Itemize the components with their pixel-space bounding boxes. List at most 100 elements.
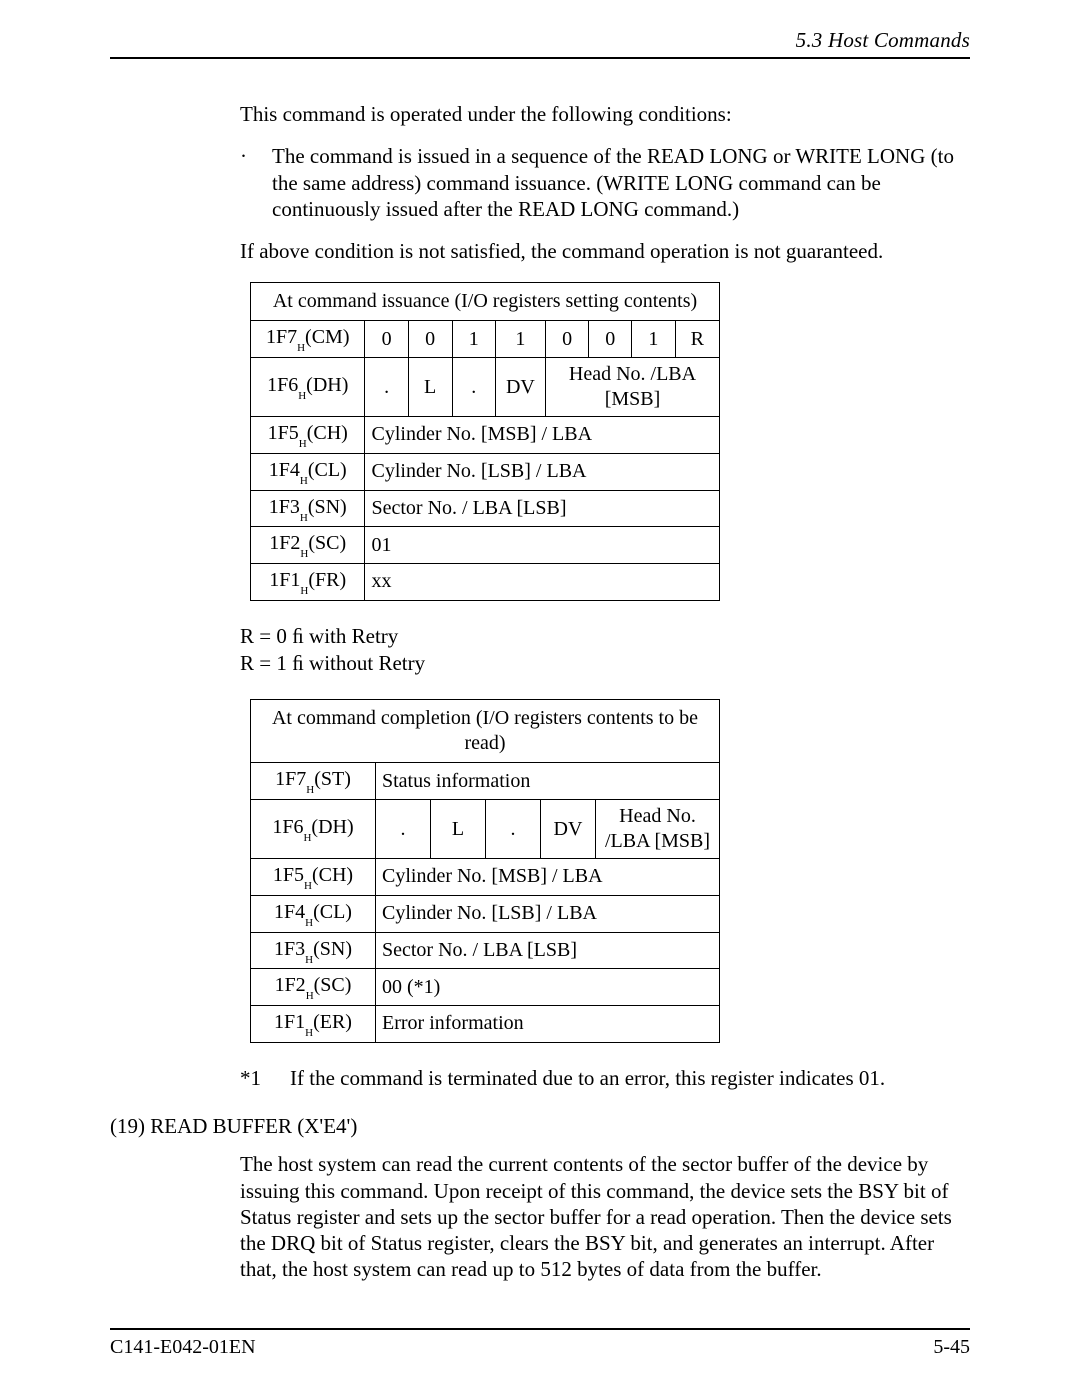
table-row: 1F5H(CH) Cylinder No. [MSB] / LBA [251, 417, 720, 454]
issuance-table: At command issuance (I/O registers setti… [250, 282, 720, 601]
cell-value: xx [365, 564, 720, 601]
table-row: 1F4H(CL) Cylinder No. [LSB] / LBA [251, 453, 720, 490]
retry-block: R = 0 ﬁ with Retry R = 1 ﬁ without Retry [240, 623, 970, 678]
cell-value: Cylinder No. [MSB] / LBA [365, 417, 720, 454]
reg-paren: (SN) [313, 938, 352, 960]
reg-paren: (DH) [311, 816, 353, 838]
bit-cell: . [365, 358, 408, 417]
doc-id: C141-E042-01EN [110, 1336, 256, 1359]
table-row: 1F3H(SN) Sector No. / LBA [LSB] [251, 490, 720, 527]
bit-cell: . [486, 800, 541, 859]
reg-paren: (CM) [305, 326, 349, 348]
table-row: 1F5H(CH) Cylinder No. [MSB] / LBA [251, 859, 720, 896]
reg-sub: H [306, 990, 314, 1002]
bullet-dot-icon: · [240, 143, 272, 222]
reg-name: 1F3 [269, 496, 300, 518]
footnote: *1 If the command is terminated due to a… [240, 1065, 970, 1091]
reg-paren: (SN) [308, 496, 347, 518]
cell-value: 01 [365, 527, 720, 564]
bit-cell: 1 [632, 321, 675, 358]
cell-value: Head No. /LBA [MSB] [545, 358, 719, 417]
reg-sub: H [298, 390, 306, 402]
reg-sub: H [305, 954, 313, 966]
cell-value: Status information [376, 763, 720, 800]
reg-sub: H [300, 548, 308, 560]
reg-sub: H [305, 917, 313, 929]
bit-cell: 0 [545, 321, 588, 358]
bit-cell: 1 [452, 321, 495, 358]
reg-paren: (CH) [312, 864, 353, 886]
intro-line-2: If above condition is not satisfied, the… [240, 238, 970, 264]
cell-value: Cylinder No. [MSB] / LBA [376, 859, 720, 896]
table-title: At command issuance (I/O registers setti… [251, 283, 720, 321]
cell-value: 00 (*1) [376, 969, 720, 1006]
reg-paren: (SC) [308, 532, 346, 554]
reg-paren: (ST) [314, 768, 351, 790]
reg-name: 1F7 [275, 768, 306, 790]
reg-sub: H [305, 1027, 313, 1039]
retry-line-1: R = 0 ﬁ with Retry [240, 623, 970, 650]
reg-sub: H [306, 784, 314, 796]
retry-line-2: R = 1 ﬁ without Retry [240, 650, 970, 677]
bit-cell: R [675, 321, 720, 358]
footnote-mark: *1 [240, 1065, 290, 1091]
bit-cell: . [376, 800, 431, 859]
reg-name: 1F3 [274, 938, 305, 960]
bullet-item: · The command is issued in a sequence of… [240, 143, 970, 222]
table-row: 1F7H(CM) 0 0 1 1 0 0 1 R [251, 321, 720, 358]
page-footer: C141-E042-01EN 5-45 [110, 1328, 970, 1359]
reg-paren: (DH) [306, 374, 348, 396]
table-row: 1F6H(DH) . L . DV Head No. /LBA [MSB] [251, 358, 720, 417]
bit-cell: DV [541, 800, 596, 859]
reg-sub: H [300, 512, 308, 524]
table-row: 1F2H(SC) 01 [251, 527, 720, 564]
cell-value: Head No. /LBA [MSB] [596, 800, 720, 859]
cell-value: Error information [376, 1006, 720, 1043]
reg-paren: (CL) [313, 901, 352, 923]
bit-cell: . [452, 358, 495, 417]
cell-value: Cylinder No. [LSB] / LBA [376, 895, 720, 932]
bullet-text: The command is issued in a sequence of t… [272, 143, 970, 222]
page-number: 5-45 [933, 1336, 970, 1359]
page: 5.3 Host Commands This command is operat… [0, 0, 1080, 1397]
cell-value: Cylinder No. [LSB] / LBA [365, 453, 720, 490]
cell-value: Sector No. / LBA [LSB] [365, 490, 720, 527]
reg-sub: H [300, 585, 308, 597]
body: This command is operated under the follo… [110, 101, 970, 1283]
reg-name: 1F4 [269, 459, 300, 481]
reg-name: 1F5 [273, 864, 304, 886]
reg-paren: (SC) [314, 974, 352, 996]
cell-value: Sector No. / LBA [LSB] [376, 932, 720, 969]
reg-name: 1F2 [269, 532, 300, 554]
reg-sub: H [300, 475, 308, 487]
table-row: 1F2H(SC) 00 (*1) [251, 969, 720, 1006]
table-row: 1F1H(ER) Error information [251, 1006, 720, 1043]
page-header: 5.3 Host Commands [110, 28, 970, 59]
reg-paren: (CH) [307, 422, 348, 444]
reg-name: 1F6 [267, 374, 298, 396]
bit-cell: L [408, 358, 452, 417]
reg-name: 1F4 [274, 901, 305, 923]
table-row: 1F6H(DH) . L . DV Head No. /LBA [MSB] [251, 800, 720, 859]
bit-cell: 0 [408, 321, 452, 358]
reg-sub: H [299, 438, 307, 450]
bit-cell: 0 [365, 321, 408, 358]
bit-cell: L [431, 800, 486, 859]
table-row: 1F3H(SN) Sector No. / LBA [LSB] [251, 932, 720, 969]
reg-name: 1F5 [268, 422, 299, 444]
reg-paren: (ER) [313, 1011, 352, 1033]
reg-paren: (FR) [308, 569, 346, 591]
section-paragraph: The host system can read the current con… [240, 1151, 970, 1282]
reg-name: 1F6 [272, 816, 303, 838]
reg-sub: H [303, 832, 311, 844]
footnote-text: If the command is terminated due to an e… [290, 1065, 885, 1091]
reg-name: 1F1 [274, 1011, 305, 1033]
bit-cell: DV [495, 358, 545, 417]
table-row: 1F1H(FR) xx [251, 564, 720, 601]
reg-name: 1F1 [269, 569, 300, 591]
section-heading: (19) READ BUFFER (X'E4') [110, 1113, 970, 1139]
intro-line-1: This command is operated under the follo… [240, 101, 970, 127]
reg-name: 1F2 [275, 974, 306, 996]
bit-cell: 1 [495, 321, 545, 358]
bit-cell: 0 [589, 321, 632, 358]
